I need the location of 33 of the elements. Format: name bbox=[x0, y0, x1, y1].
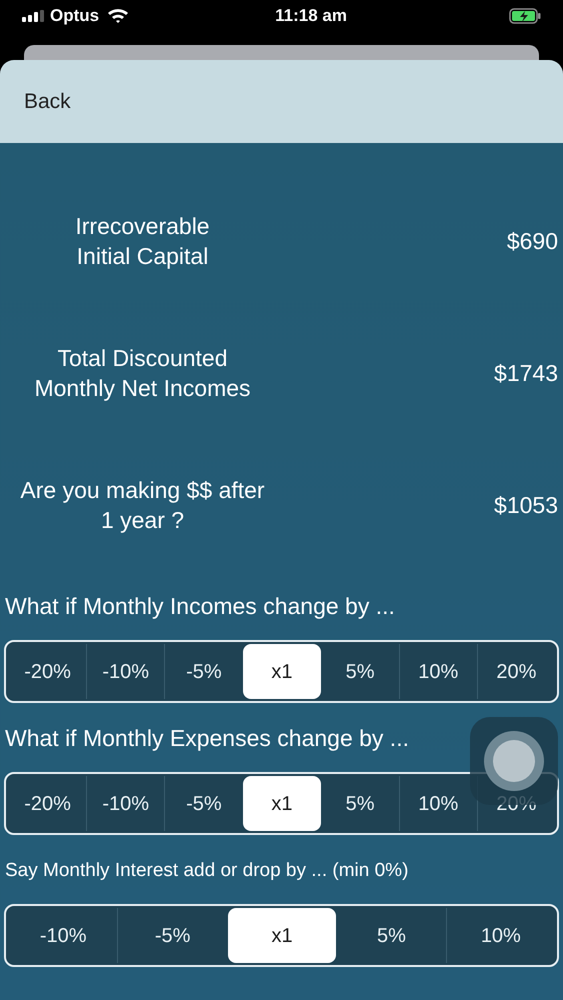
status-time: 11:18 am bbox=[275, 5, 347, 28]
metric-label: Total Discounted Monthly Net Incomes bbox=[33, 344, 252, 403]
segment-option[interactable]: x1 bbox=[243, 644, 321, 699]
signal-icon bbox=[22, 10, 44, 22]
wifi-icon bbox=[107, 8, 130, 24]
segment-option[interactable]: -20% bbox=[9, 644, 86, 699]
carrier-name: Optus bbox=[50, 5, 100, 28]
segment-option[interactable]: x1 bbox=[228, 908, 336, 963]
metric-label: Are you making $$ after 1 year ? bbox=[19, 476, 266, 535]
segment-option[interactable]: 10% bbox=[400, 644, 477, 699]
metric-value: $690 bbox=[506, 226, 559, 256]
segment-option[interactable]: -10% bbox=[87, 776, 164, 831]
segment-option[interactable]: 5% bbox=[322, 776, 399, 831]
metric-label: Irrecoverable Initial Capital bbox=[74, 212, 211, 271]
metric-value: $1743 bbox=[494, 358, 559, 388]
segment-option[interactable]: x1 bbox=[243, 776, 321, 831]
question-prompt: Say Monthly Interest add or drop by ... (min 0%) bbox=[5, 858, 408, 883]
segment-option[interactable]: -5% bbox=[165, 776, 242, 831]
segment-option[interactable]: 10% bbox=[446, 908, 556, 963]
segment-option[interactable]: -5% bbox=[118, 908, 227, 963]
segment-option[interactable]: -5% bbox=[165, 644, 242, 699]
segment-option[interactable]: 20% bbox=[478, 644, 555, 699]
segment-option[interactable]: -20% bbox=[9, 776, 86, 831]
segment-option[interactable]: 10% bbox=[400, 776, 477, 831]
metric-value: $1053 bbox=[494, 490, 559, 520]
segment-option[interactable]: 5% bbox=[337, 908, 446, 963]
segment-option[interactable]: -10% bbox=[9, 908, 118, 963]
back-button[interactable]: Back bbox=[24, 86, 71, 118]
question-prompt: What if Monthly Expenses change by ... bbox=[5, 724, 409, 753]
battery-charging-icon bbox=[509, 8, 541, 24]
question-prompt: What if Monthly Incomes change by ... bbox=[5, 592, 395, 621]
segment-option[interactable]: 5% bbox=[322, 644, 399, 699]
segment-option[interactable]: -10% bbox=[87, 644, 164, 699]
